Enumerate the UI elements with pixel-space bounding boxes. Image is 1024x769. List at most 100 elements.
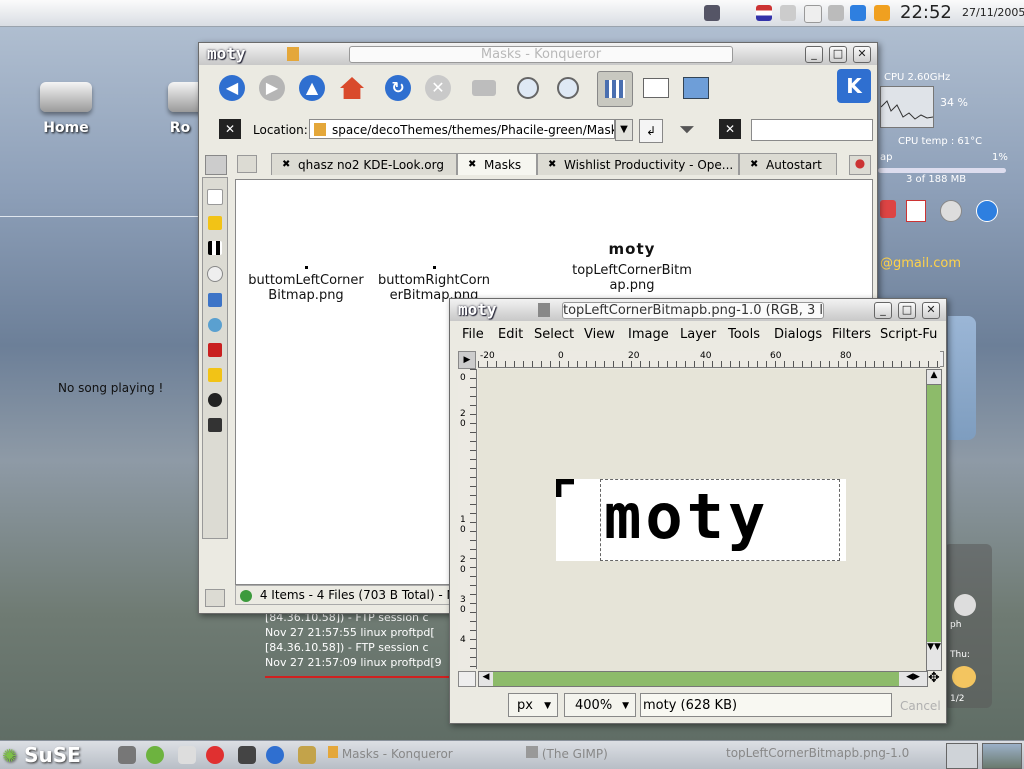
desktop-icon-root[interactable]: Ro	[160, 82, 200, 136]
menu-select[interactable]: Select	[534, 327, 574, 342]
close-current-tab-button[interactable]: ●	[849, 155, 871, 175]
scroll-left-button[interactable]: ◀	[479, 672, 493, 686]
tab-wishlist[interactable]: ✖ Wishlist Productivity - Ope...	[537, 153, 739, 175]
filter-icon[interactable]: ⏷	[679, 117, 703, 141]
clock[interactable]: 22:52	[900, 2, 952, 23]
menu-edit[interactable]: Edit	[498, 327, 523, 342]
update-arrow-icon[interactable]	[850, 5, 866, 21]
services-icon[interactable]	[208, 343, 222, 357]
clipboard-icon[interactable]	[780, 5, 796, 21]
horizontal-scrollbar[interactable]: ◀ ◀▶	[478, 671, 928, 687]
close-tab-icon[interactable]: ✖	[548, 154, 556, 175]
icon-view-button[interactable]	[597, 71, 633, 107]
minimize-button[interactable]: _	[805, 46, 823, 63]
settings-icon[interactable]	[178, 746, 196, 764]
menu-layer[interactable]: Layer	[680, 327, 716, 342]
device-icon[interactable]	[208, 241, 222, 255]
close-button[interactable]: ✕	[853, 46, 871, 63]
scroll-right-button[interactable]: ◀▶	[899, 672, 927, 686]
clear-location-icon[interactable]: ✕	[219, 119, 241, 139]
close-tab-icon[interactable]: ✖	[468, 154, 476, 175]
package-icon[interactable]	[874, 5, 890, 21]
titlebar[interactable]: moty Masks - Konqueror _ □ ✕	[199, 43, 877, 65]
forward-button[interactable]: ▶	[255, 71, 289, 105]
location-dropdown-button[interactable]: ▼	[615, 119, 633, 141]
root-folder-icon[interactable]	[208, 418, 222, 432]
image-canvas[interactable]: moty	[478, 369, 926, 671]
unit-select[interactable]: px ▼	[508, 693, 558, 717]
calendar-icon[interactable]	[906, 200, 926, 222]
location-input[interactable]: space/decoThemes/themes/Phacile-green/Ma…	[309, 119, 615, 139]
home-button[interactable]	[335, 71, 369, 105]
kde-icon[interactable]	[266, 746, 284, 764]
zoom-out-button[interactable]	[551, 71, 585, 105]
statusbar-toggle-button[interactable]	[205, 589, 225, 607]
star-icon[interactable]	[208, 216, 222, 230]
close-tab-icon[interactable]: ✖	[282, 154, 290, 175]
star-icon[interactable]	[208, 368, 222, 382]
cd-icon[interactable]	[940, 200, 962, 222]
scroll-down-button[interactable]: ▼▼	[927, 642, 941, 670]
up-button[interactable]: ▲	[295, 71, 329, 105]
bookmarks-icon[interactable]	[207, 189, 223, 205]
titlebar[interactable]: moty topLeftCornerBitmapb.png-1.0 (RGB, …	[450, 299, 946, 321]
scroll-up-button[interactable]: ▲	[927, 370, 941, 385]
search-input[interactable]	[751, 119, 873, 141]
vertical-scrollbar[interactable]: ▲ ▼▼	[926, 369, 942, 671]
new-tab-button[interactable]	[237, 155, 257, 173]
menu-arrow-button[interactable]: ▶	[458, 351, 476, 369]
terminal-icon[interactable]	[118, 746, 136, 764]
minimize-button[interactable]: _	[874, 302, 892, 319]
notes-icon[interactable]	[804, 5, 822, 23]
task-gimp[interactable]: (The GIMP)	[526, 746, 608, 761]
desktop-pager-2[interactable]	[982, 743, 1022, 769]
go-button[interactable]: ↲	[639, 119, 663, 143]
menu-file[interactable]: File	[462, 327, 484, 342]
desktop-icon-home[interactable]: Home	[34, 82, 98, 136]
reload-button[interactable]: ↻	[381, 71, 415, 105]
monitor-icon[interactable]	[238, 746, 256, 764]
menu-tools[interactable]: Tools	[728, 327, 760, 342]
maximize-button[interactable]: □	[898, 302, 916, 319]
printer-icon[interactable]	[828, 5, 844, 21]
close-tab-icon[interactable]: ✖	[750, 154, 758, 175]
file-item[interactable]: buttomLeftCorner Bitmap.png	[246, 266, 366, 303]
network-icon[interactable]	[208, 318, 222, 332]
tab-masks[interactable]: ✖ Masks	[457, 153, 537, 175]
tab-autostart[interactable]: ✖ Autostart	[739, 153, 837, 175]
disk-icon[interactable]	[954, 594, 976, 616]
file-item[interactable]: moty topLeftCornerBitm ap.png	[572, 242, 692, 294]
tux-icon[interactable]	[208, 393, 222, 407]
zoom-in-button[interactable]	[511, 71, 545, 105]
clear-search-icon[interactable]: ✕	[719, 119, 741, 139]
sidebar-toggle-icon[interactable]	[205, 155, 227, 175]
editor-icon[interactable]	[298, 746, 316, 764]
yast-icon[interactable]	[146, 746, 164, 764]
menu-view[interactable]: View	[584, 327, 615, 342]
us-flag-icon[interactable]	[756, 5, 772, 21]
detail-view-button[interactable]	[639, 71, 673, 105]
preview-button[interactable]	[679, 71, 713, 105]
zoom-select[interactable]: 400% ▼	[564, 693, 636, 717]
menu-filters[interactable]: Filters	[832, 327, 871, 342]
app-icon[interactable]	[880, 200, 896, 218]
cancel-button[interactable]: Cancel	[900, 699, 941, 713]
history-icon[interactable]	[207, 266, 223, 282]
menu-image[interactable]: Image	[628, 327, 669, 342]
help-icon[interactable]	[206, 746, 224, 764]
tab-kde-look[interactable]: ✖ qhasz no2 KDE-Look.org	[271, 153, 457, 175]
task-konqueror[interactable]: Masks - Konqueror	[328, 746, 453, 761]
back-button[interactable]: ◀	[215, 71, 249, 105]
navigate-icon[interactable]: ✥	[928, 671, 942, 685]
menu-script-fu[interactable]: Script-Fu	[880, 327, 937, 342]
desktop-pager-1[interactable]	[946, 743, 978, 769]
maximize-button[interactable]: □	[829, 46, 847, 63]
weather-icon[interactable]	[952, 666, 976, 688]
print-button[interactable]	[467, 71, 501, 105]
start-button[interactable]: ✺ SuSE	[2, 743, 102, 767]
stop-button[interactable]: ✕	[421, 71, 455, 105]
browser-icon[interactable]	[976, 200, 998, 222]
task-gimp-image[interactable]: topLeftCornerBitmapb.png-1.0	[726, 746, 920, 760]
menu-dialogs[interactable]: Dialogs	[774, 327, 822, 342]
home-folder-icon[interactable]	[208, 293, 222, 307]
